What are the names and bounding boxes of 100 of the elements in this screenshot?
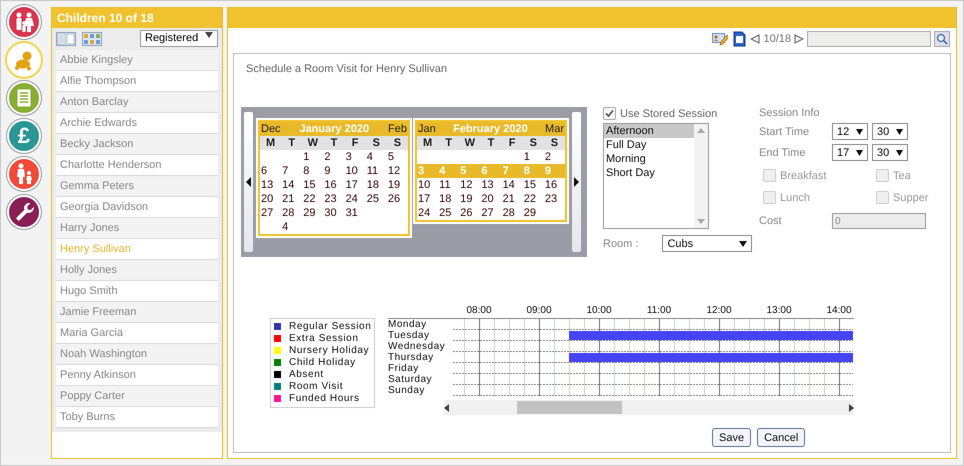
calendar-day[interactable]: 30 — [323, 206, 345, 220]
calendar-day[interactable]: 3 — [344, 150, 366, 164]
checkbox[interactable] — [603, 107, 616, 120]
scroll-up-icon[interactable] — [697, 128, 705, 133]
child-list-item[interactable]: Hugo Smith — [56, 281, 218, 302]
time-dropdown[interactable]: 17 — [832, 144, 868, 161]
calendar-day[interactable]: 20 — [260, 192, 282, 206]
calendar-day[interactable]: 26 — [459, 206, 480, 220]
calendar-day[interactable]: 27 — [260, 206, 282, 220]
next-month-button[interactable] — [572, 112, 581, 252]
time-dropdown[interactable]: 12 — [832, 123, 868, 140]
search-field[interactable] — [807, 31, 931, 47]
session-listbox[interactable]: Afternoon Full Day Morning Short Day — [603, 123, 709, 229]
family-icon[interactable] — [7, 5, 41, 39]
next-month-link[interactable]: Feb — [387, 122, 408, 136]
child-list-item[interactable]: Toby Burns — [56, 407, 218, 428]
baby-icon[interactable] — [7, 43, 41, 77]
calendar-day[interactable]: 11 — [366, 164, 387, 178]
calendar-day[interactable]: 26 — [386, 192, 408, 206]
wrench-icon[interactable] — [7, 195, 41, 229]
next-month-link[interactable]: Mar — [544, 122, 565, 136]
child-list-item[interactable]: Maria Garcia — [56, 323, 218, 344]
calendar-day[interactable]: 16 — [323, 178, 345, 192]
calendar-day[interactable]: 10 — [417, 178, 438, 192]
previous-month-button[interactable] — [244, 112, 253, 252]
calendar-day[interactable]: 22 — [522, 192, 544, 206]
calendar-day[interactable]: 31 — [344, 206, 366, 220]
form-button[interactable]: Save — [712, 428, 752, 447]
calendar-day[interactable]: 12 — [459, 178, 480, 192]
calendar-day[interactable]: 24 — [417, 206, 438, 220]
calendar-day[interactable]: 2 — [544, 150, 565, 164]
session-option[interactable]: Short Day — [604, 166, 694, 180]
calendar-day[interactable]: 11 — [438, 178, 460, 192]
calendar-day[interactable]: 6 — [260, 164, 282, 178]
calendar-day[interactable]: 17 — [417, 192, 438, 206]
calendar-day[interactable]: 1 — [302, 150, 324, 164]
child-list-item[interactable]: Archie Edwards — [56, 113, 218, 134]
calendar-day[interactable]: 25 — [438, 206, 460, 220]
calendar-day[interactable]: 25 — [366, 192, 387, 206]
time-dropdown[interactable]: 30 — [872, 123, 908, 140]
calendar-day[interactable]: 10 — [344, 164, 366, 178]
calendar-day[interactable]: 23 — [323, 192, 345, 206]
next-icon[interactable] — [794, 34, 804, 44]
calendar-day[interactable]: 27 — [480, 206, 502, 220]
calendar-day[interactable]: 18 — [438, 192, 460, 206]
calendar-day[interactable]: 15 — [522, 178, 544, 192]
session-option[interactable]: Full Day — [604, 138, 694, 152]
calendar-day[interactable]: 16 — [544, 178, 565, 192]
scroll-right-icon[interactable] — [849, 404, 854, 412]
calendar-day[interactable]: 13 — [480, 178, 502, 192]
parent-child-icon[interactable] — [7, 157, 41, 191]
child-list-item[interactable]: Georgia Davidson — [56, 197, 218, 218]
session-option[interactable]: Afternoon — [604, 124, 694, 138]
list-view-icon[interactable] — [56, 32, 76, 46]
calendar-day[interactable]: 23 — [544, 192, 565, 206]
calendar-day[interactable]: 15 — [302, 178, 324, 192]
calendar-day[interactable]: 19 — [459, 192, 480, 206]
calendar-day[interactable]: 14 — [502, 178, 523, 192]
search-button[interactable] — [934, 31, 950, 47]
notes-icon[interactable] — [7, 81, 41, 115]
calendar-day[interactable]: 21 — [502, 192, 523, 206]
calendar-day[interactable]: 29 — [302, 206, 324, 220]
calendar-day[interactable]: 28 — [502, 206, 523, 220]
calendar-day[interactable]: 4 — [281, 220, 302, 234]
previous-month-link[interactable]: Jan — [417, 122, 437, 136]
calendar-day[interactable]: 12 — [386, 164, 408, 178]
calendar-day[interactable]: 17 — [344, 178, 366, 192]
scroll-thumb[interactable] — [516, 401, 622, 414]
edit-profile-icon[interactable] — [712, 31, 728, 47]
calendar-day[interactable]: 18 — [366, 178, 387, 192]
time-dropdown[interactable]: 30 — [872, 144, 908, 161]
calendar-day[interactable]: 14 — [281, 178, 302, 192]
calendar-day[interactable]: 20 — [480, 192, 502, 206]
previous-icon[interactable] — [750, 34, 760, 44]
calendar-day[interactable]: 29 — [522, 206, 544, 220]
child-list-item[interactable]: Penny Atkinson — [56, 365, 218, 386]
room-dropdown[interactable]: Cubs — [662, 235, 752, 252]
form-button[interactable]: Cancel — [757, 428, 806, 447]
calendar-day[interactable]: 5 — [386, 150, 408, 164]
calendar-day[interactable]: 19 — [386, 178, 408, 192]
calendar-day[interactable]: 4 — [366, 150, 387, 164]
calendar-day[interactable]: 9 — [323, 164, 345, 178]
scroll-down-icon[interactable] — [697, 219, 705, 224]
scroll-left-icon[interactable] — [444, 404, 449, 412]
calendar-day[interactable]: 28 — [281, 206, 302, 220]
document-icon[interactable] — [731, 31, 748, 47]
calendar-day[interactable]: 7 — [281, 164, 302, 178]
filter-dropdown[interactable]: Registered — [140, 30, 218, 47]
calendar-day[interactable]: 24 — [344, 192, 366, 206]
calendar-day[interactable]: 22 — [302, 192, 324, 206]
calendar-day[interactable]: 2 — [323, 150, 345, 164]
grid-view-icon[interactable] — [82, 32, 102, 46]
previous-month-link[interactable]: Dec — [260, 122, 282, 136]
calendar-day[interactable]: 21 — [281, 192, 302, 206]
calendar-day[interactable]: 13 — [260, 178, 282, 192]
child-list-item[interactable]: Charlotte Henderson — [56, 155, 218, 176]
calendar-day[interactable]: 8 — [302, 164, 324, 178]
calendar-day[interactable]: 1 — [522, 150, 544, 164]
session-option[interactable]: Morning — [604, 152, 694, 166]
child-list-item[interactable]: Alfie Thompson — [56, 71, 218, 92]
